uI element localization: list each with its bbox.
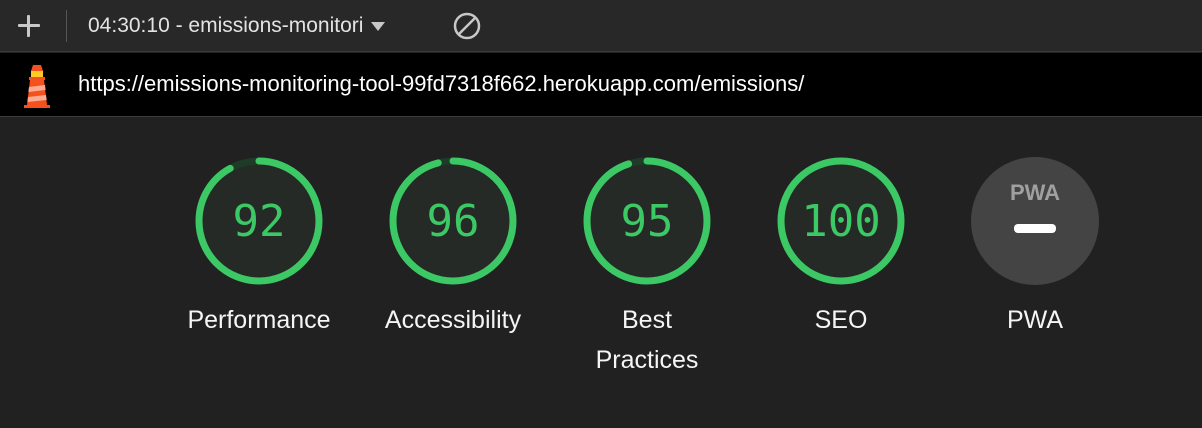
- gauge-pwa[interactable]: PWA PWA: [960, 156, 1110, 340]
- plus-icon[interactable]: [14, 11, 44, 41]
- lighthouse-logo: [20, 61, 54, 109]
- url-bar: https://emissions-monitoring-tool-99fd73…: [0, 53, 1202, 116]
- gauge-label: SEO: [766, 300, 916, 340]
- gauge-performance[interactable]: 92 Performance: [184, 156, 334, 340]
- gauge-seo[interactable]: 100 SEO: [766, 156, 916, 340]
- lighthouse-toolbar: 04:30:10 - emissions-monitori: [0, 0, 1202, 52]
- gauge-label: Accessibility: [378, 300, 528, 340]
- gauge-label-line: Accessibility: [384, 306, 522, 334]
- report-title: 04:30:10 - emissions-monitori: [88, 14, 364, 37]
- caret-down-icon: [371, 21, 386, 31]
- block-icon[interactable]: [452, 11, 482, 41]
- gauge-score: 96: [426, 196, 480, 247]
- gauge-label: PWA: [1006, 306, 1064, 334]
- gauge-label: Performance: [184, 300, 334, 340]
- toolbar-divider: [66, 10, 67, 42]
- gauge-score: 100: [801, 196, 881, 247]
- report-selector[interactable]: 04:30:10 - emissions-monitori: [88, 12, 386, 40]
- pwa-badge: PWA: [971, 157, 1099, 285]
- pwa-dash: [1014, 224, 1056, 233]
- gauge-score: 92: [232, 196, 286, 247]
- report-url[interactable]: https://emissions-monitoring-tool-99fd73…: [78, 71, 804, 97]
- gauge-best-practices[interactable]: 95 Best Practices: [572, 156, 722, 380]
- gauge-label-line: Practices: [595, 346, 699, 374]
- gauge-label-line: SEO: [814, 306, 868, 334]
- score-gauges: 92 Performance 96 Accessibility 95 Best Practi…: [0, 117, 1202, 428]
- gauge-score: 95: [620, 196, 674, 247]
- gauge-label-line: Best: [621, 306, 673, 334]
- gauge-accessibility[interactable]: 96 Accessibility: [378, 156, 528, 340]
- pwa-badge-text: PWA: [1010, 180, 1060, 205]
- gauge-label: Best Practices: [572, 300, 722, 380]
- pwa-badge-bg: [971, 157, 1099, 285]
- gauge-label-line: Performance: [187, 306, 331, 334]
